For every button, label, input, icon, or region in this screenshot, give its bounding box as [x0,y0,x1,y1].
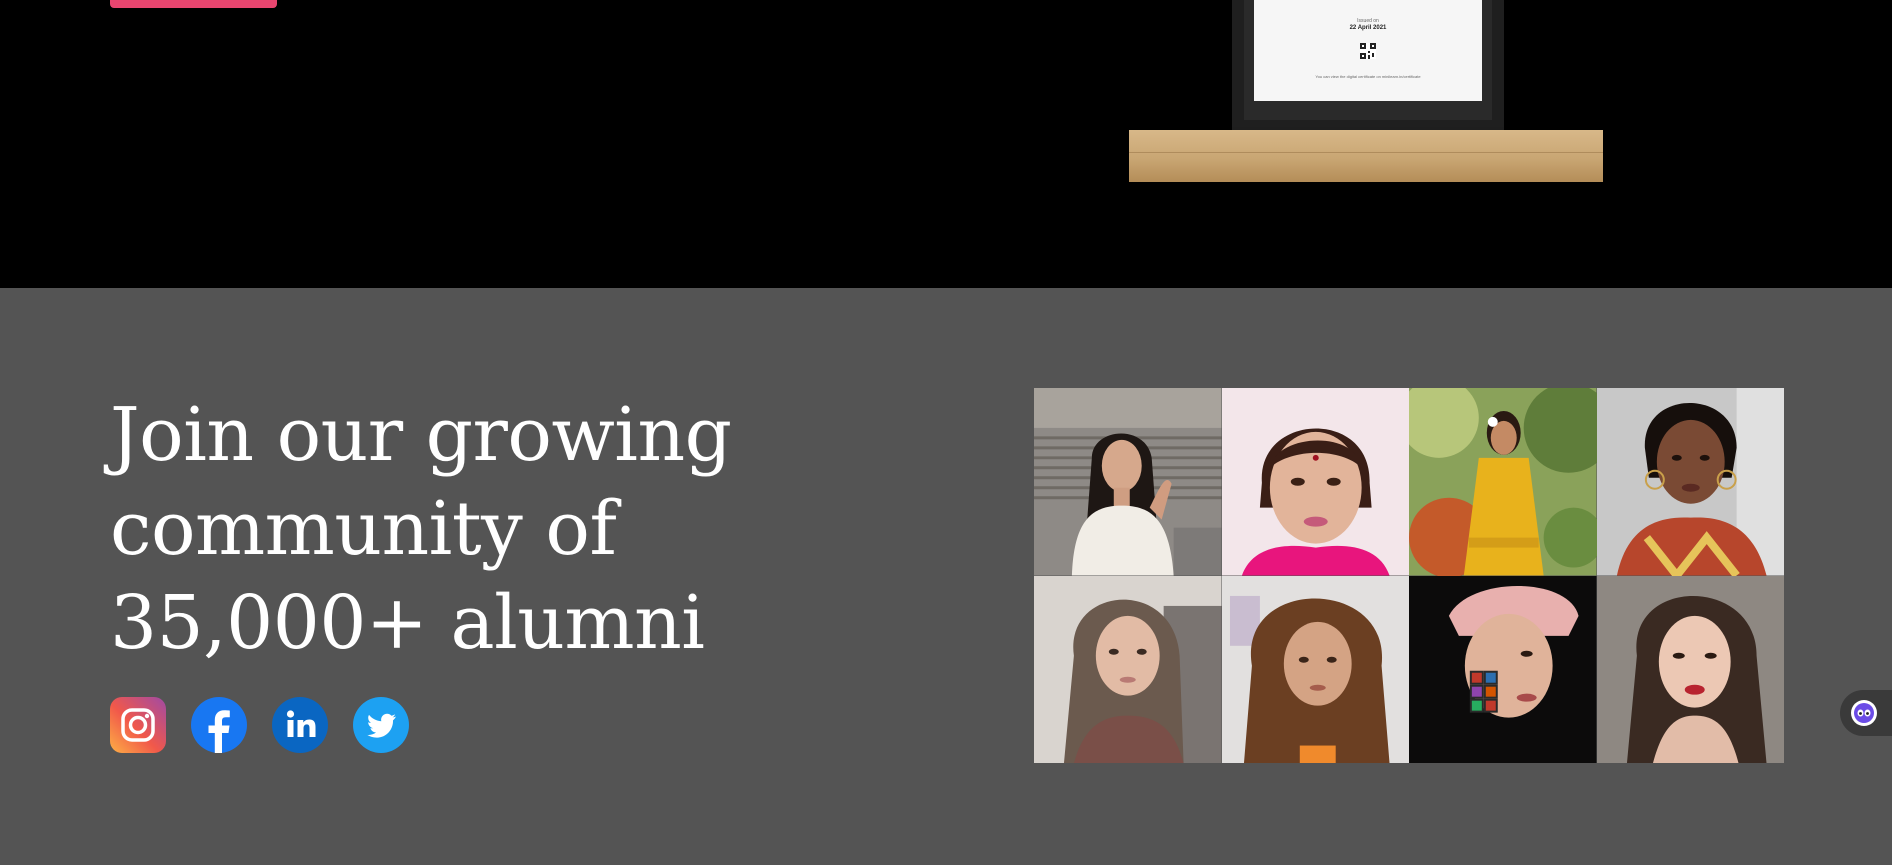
community-section: Join our growing community of 35,000+ al… [0,288,1892,865]
chat-bot-icon [1851,700,1877,726]
heading-line-2: community of [110,486,617,572]
alumni-photo-8 [1596,575,1784,763]
alumni-photo-1 [1034,388,1222,576]
heading-line-1: Join our growing [110,392,732,478]
alumni-photo-3 [1409,388,1597,576]
hero-section: Issued on 22 April 2021 You can view the… [0,0,1892,288]
alumni-photo-5 [1034,575,1222,763]
certificate-footer-text: You can view the digital certificate on … [1315,74,1421,79]
twitter-link[interactable] [353,697,409,753]
alumni-photo-6 [1221,575,1409,763]
community-heading: Join our growing community of 35,000+ al… [110,388,830,670]
certificate-issued-label: Issued on [1357,18,1379,24]
alumni-photo-7 [1409,575,1597,763]
linkedin-link[interactable] [272,697,328,753]
facebook-link[interactable] [191,697,247,753]
facebook-icon [191,697,247,753]
instagram-icon [110,697,166,753]
twitter-icon [353,697,409,753]
certificate-issued-date: 22 April 2021 [1349,25,1387,31]
linkedin-icon [272,697,328,753]
wooden-shelf [1129,130,1603,182]
heading-line-3: 35,000+ alumni [110,580,705,666]
social-links [110,697,409,753]
qr-code-icon [1360,43,1376,59]
certificate-frame: Issued on 22 April 2021 You can view the… [1232,0,1504,137]
alumni-photo-grid [1034,388,1784,763]
alumni-photo-2 [1221,388,1409,576]
instagram-link[interactable] [110,697,166,753]
chat-widget-button[interactable] [1840,690,1892,736]
certificate-paper: Issued on 22 April 2021 You can view the… [1254,0,1482,101]
alumni-photo-4 [1596,388,1784,576]
cta-button[interactable] [110,0,277,8]
